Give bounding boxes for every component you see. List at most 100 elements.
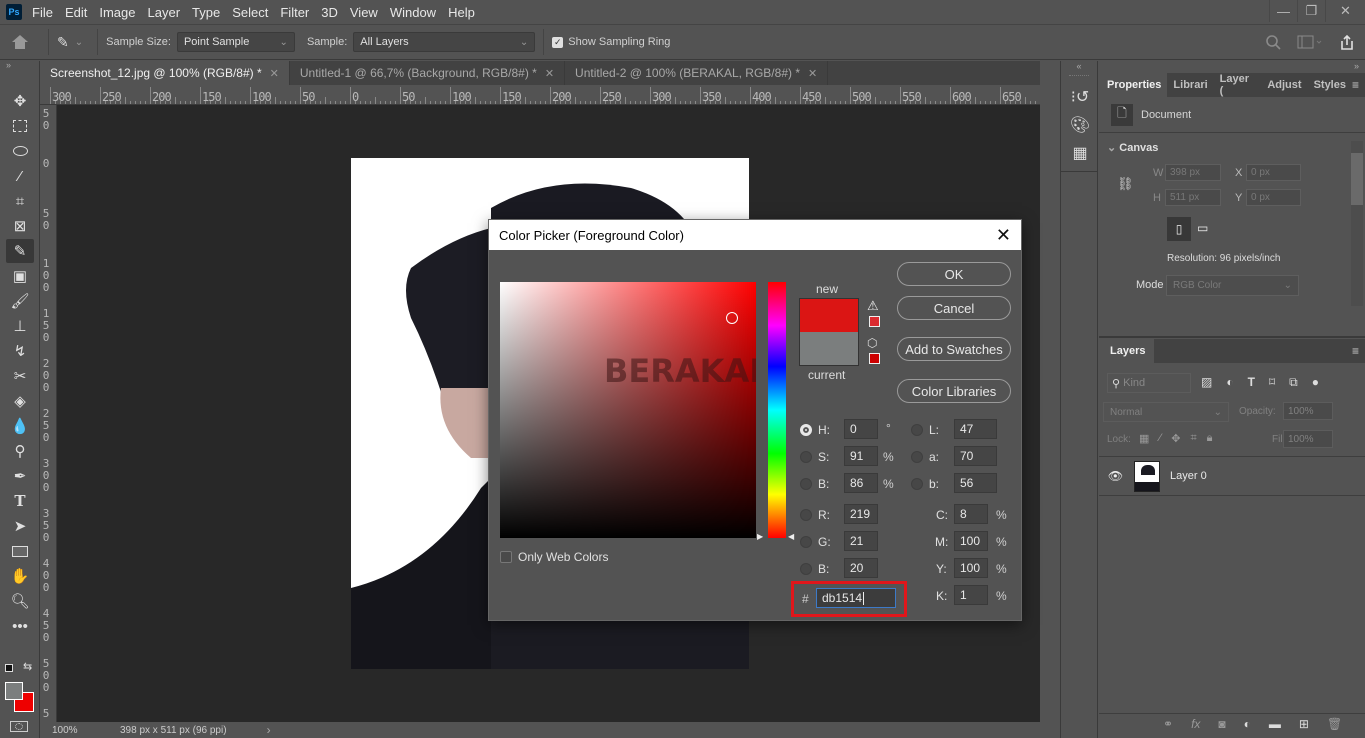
close-tab-icon[interactable]: ✕ xyxy=(545,67,554,80)
lab-b-radio[interactable] xyxy=(911,478,923,490)
saturation-brightness-field[interactable]: BERAKAL xyxy=(500,282,756,538)
add-to-swatches-button[interactable]: Add to Swatches xyxy=(897,337,1011,361)
layer-row[interactable]: 👁︎ Layer 0 xyxy=(1099,456,1365,496)
menu-select[interactable]: Select xyxy=(232,5,268,20)
web-safe-cube-icon[interactable]: ⬡ xyxy=(867,336,877,350)
only-web-colors-checkbox[interactable] xyxy=(500,551,512,563)
sample-size-select[interactable]: Point Sample ⌄ xyxy=(176,32,295,52)
blend-mode-select[interactable]: Normal ⌄ xyxy=(1103,402,1229,422)
tab-properties[interactable]: Properties xyxy=(1101,73,1168,97)
hue-radio[interactable] xyxy=(800,424,812,436)
red-radio[interactable] xyxy=(800,509,812,521)
hand-tool[interactable]: ✋ xyxy=(6,564,34,588)
visibility-eye-icon[interactable]: 👁︎ xyxy=(1099,469,1132,483)
lab-a-radio[interactable] xyxy=(911,451,923,463)
layer-mask-icon[interactable]: ◙ xyxy=(1218,717,1225,731)
fill-field[interactable]: 100% xyxy=(1283,430,1333,448)
paint-bucket-tool[interactable]: ◈ xyxy=(6,389,34,413)
red-field[interactable]: 219 xyxy=(844,504,878,524)
workspace-icon[interactable] xyxy=(1297,35,1323,49)
tab-layer-comps[interactable]: Layer ( xyxy=(1214,73,1262,97)
fx-icon[interactable]: fx xyxy=(1191,717,1200,731)
color-cursor-ring[interactable] xyxy=(726,312,738,324)
smart-object-filter-icon[interactable]: ⧉ xyxy=(1289,375,1298,390)
height-field[interactable]: 511 px xyxy=(1165,189,1221,206)
history-panel-button[interactable]: ⁝↺ xyxy=(1061,83,1099,111)
default-colors-icon[interactable] xyxy=(5,664,13,672)
menu-type[interactable]: Type xyxy=(192,5,220,20)
menu-view[interactable]: View xyxy=(350,5,378,20)
green-field[interactable]: 21 xyxy=(844,531,878,551)
menu-3d[interactable]: 3D xyxy=(321,5,338,20)
image-filter-icon[interactable]: ▨ xyxy=(1201,375,1212,390)
mode-select[interactable]: RGB Color ⌄ xyxy=(1166,275,1299,296)
crop-tool[interactable]: ⌗ xyxy=(6,189,34,213)
tab-adjustments[interactable]: Adjust xyxy=(1261,73,1307,97)
home-button[interactable] xyxy=(0,34,40,50)
foreground-color-swatch[interactable] xyxy=(5,682,23,700)
green-radio[interactable] xyxy=(800,536,812,548)
link-icon[interactable]: ⛓ xyxy=(1117,176,1134,192)
hue-slider[interactable] xyxy=(768,282,786,538)
chevron-right-icon[interactable]: › xyxy=(267,723,271,737)
restore-button[interactable]: ❐ xyxy=(1297,0,1325,22)
sample-select[interactable]: All Layers ⌄ xyxy=(353,32,536,52)
magenta-field[interactable]: 100 xyxy=(954,531,988,551)
eraser-tool[interactable]: ✂ xyxy=(6,364,34,388)
menu-image[interactable]: Image xyxy=(99,5,135,20)
dodge-tool[interactable]: ⚲ xyxy=(6,439,34,463)
hue-field[interactable]: 0 xyxy=(844,419,878,439)
cyan-field[interactable]: 8 xyxy=(954,504,988,524)
menu-file[interactable]: File xyxy=(32,5,53,20)
opacity-field[interactable]: 100% xyxy=(1283,402,1333,420)
menu-window[interactable]: Window xyxy=(390,5,436,20)
lasso-tool[interactable] xyxy=(6,139,34,163)
menu-edit[interactable]: Edit xyxy=(65,5,87,20)
brush-tool[interactable]: 🖌 xyxy=(6,289,34,313)
move-tool[interactable]: ✥ xyxy=(6,89,34,113)
ok-button[interactable]: OK xyxy=(897,262,1011,286)
brightness-radio[interactable] xyxy=(800,478,812,490)
cancel-button[interactable]: Cancel xyxy=(897,296,1011,320)
type-filter-icon[interactable]: T xyxy=(1248,375,1255,390)
web-safe-color-swatch[interactable] xyxy=(869,353,880,364)
hue-slider-right-arrow[interactable]: ◀ xyxy=(788,532,794,541)
tab-layers[interactable]: Layers xyxy=(1101,339,1155,363)
lock-pixels-icon[interactable]: ⁄ xyxy=(1159,432,1161,445)
portrait-orientation-button[interactable]: ▯ xyxy=(1167,217,1191,241)
collapse-panels-icon[interactable]: « xyxy=(1061,61,1097,73)
more-tools[interactable]: ••• xyxy=(6,614,34,638)
black-field[interactable]: 1 xyxy=(954,585,988,605)
new-layer-icon[interactable]: ⊞ xyxy=(1299,717,1309,731)
swatches-panel-button[interactable]: 🎨︎ xyxy=(1061,111,1099,139)
zoom-level[interactable]: 100% xyxy=(52,725,112,736)
canvas-section-header[interactable]: ⌄ Canvas xyxy=(1107,141,1158,154)
lock-transparency-icon[interactable]: ▦ xyxy=(1139,432,1149,445)
hex-field[interactable]: db1514 xyxy=(816,588,896,608)
x-field[interactable]: 0 px xyxy=(1246,164,1301,181)
share-icon[interactable] xyxy=(1339,34,1355,50)
gamut-color-swatch[interactable] xyxy=(869,316,880,327)
scrollbar-thumb[interactable] xyxy=(1351,153,1363,205)
brightness-field[interactable]: 86 xyxy=(844,473,878,493)
history-brush-tool[interactable]: ↯ xyxy=(6,339,34,363)
lock-position-icon[interactable]: ✥ xyxy=(1171,432,1180,445)
lock-all-icon[interactable]: 🔒︎ xyxy=(1207,432,1213,445)
blue-radio[interactable] xyxy=(800,563,812,575)
shape-filter-icon[interactable]: ⌑ xyxy=(1269,375,1275,390)
blur-tool[interactable]: 💧 xyxy=(6,414,34,438)
y-field[interactable]: 0 px xyxy=(1246,189,1301,206)
patch-tool[interactable]: ▣ xyxy=(6,264,34,288)
yellow-field[interactable]: 100 xyxy=(954,558,988,578)
close-tab-icon[interactable]: ✕ xyxy=(808,67,817,80)
adjustment-filter-icon[interactable]: ◐ xyxy=(1226,375,1233,390)
tab-untitled-2[interactable]: Untitled-2 @ 100% (BERAKAL, RGB/8#) * ✕ xyxy=(565,61,829,85)
path-selection-tool[interactable]: ➤ xyxy=(6,514,34,538)
menu-filter[interactable]: Filter xyxy=(280,5,309,20)
new-group-icon[interactable]: ▬ xyxy=(1269,717,1281,731)
quick-mask-button[interactable] xyxy=(10,721,28,732)
tool-preset-picker[interactable]: ✎ ⌄ xyxy=(57,34,83,51)
hue-slider-left-arrow[interactable]: ▶ xyxy=(757,532,763,541)
expand-toolbar-icon[interactable]: » xyxy=(0,61,39,71)
saturation-radio[interactable] xyxy=(800,451,812,463)
